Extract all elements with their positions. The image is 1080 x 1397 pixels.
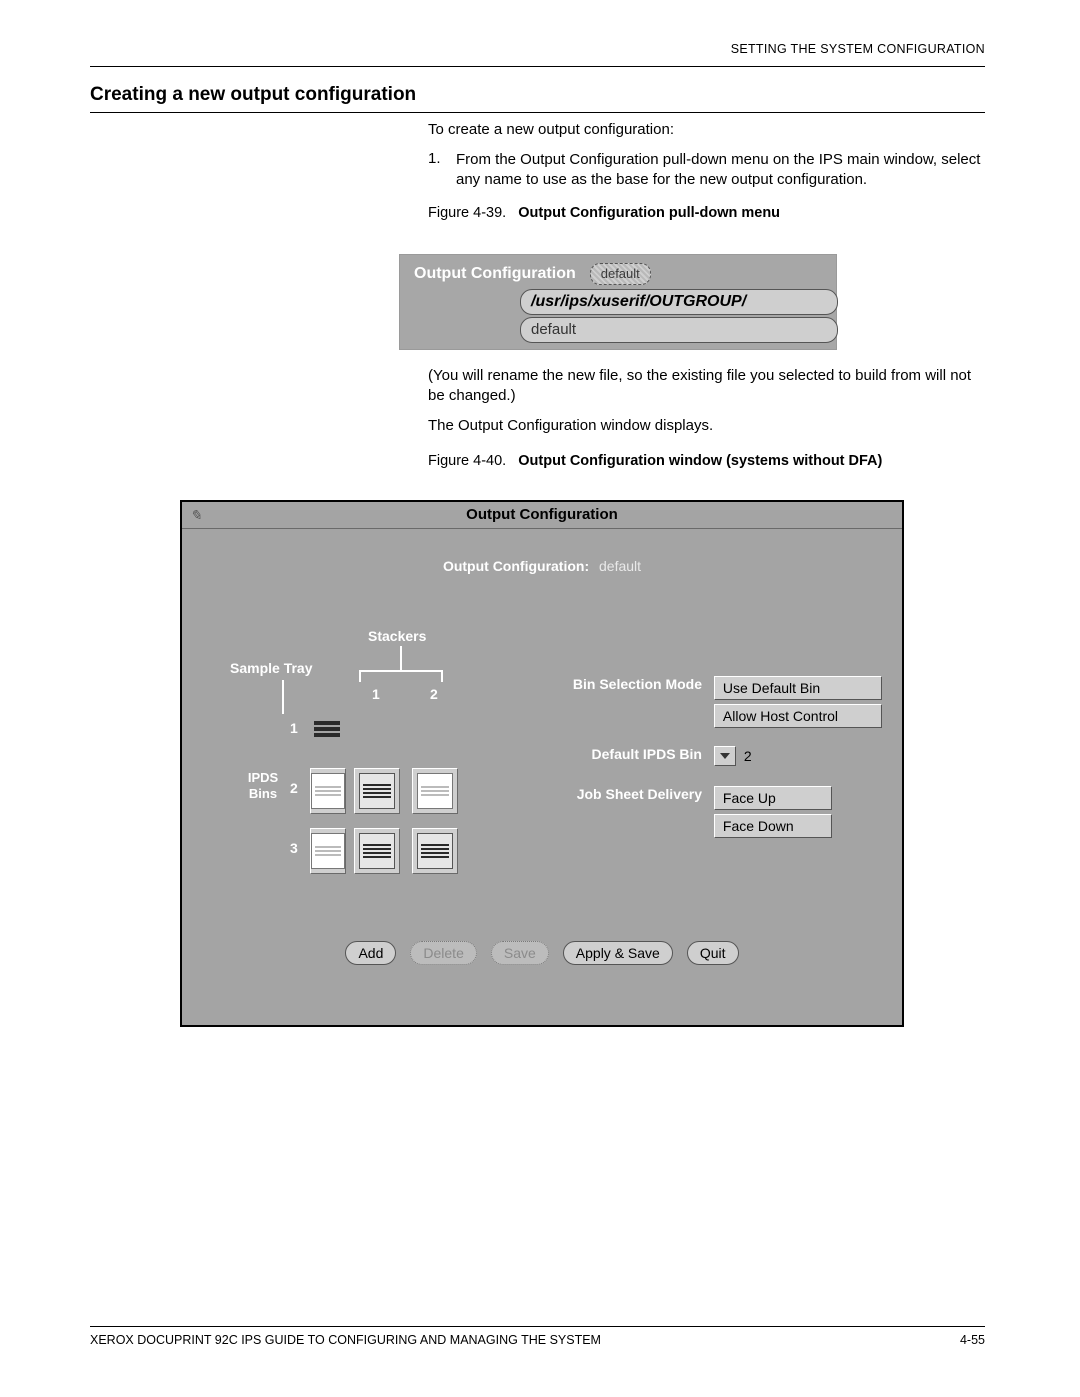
step-1: 1. From the Output Configuration pull-do… xyxy=(428,150,985,190)
page-icon xyxy=(311,773,345,809)
output-config-window: ✎ Output Configuration Output Configurat… xyxy=(180,500,904,1027)
job-sheet-face-up[interactable]: Face Up xyxy=(714,786,832,810)
ipds-row-1: 1 xyxy=(290,720,298,736)
figure-39-caption: Figure 4-39. Output Configuration pull-d… xyxy=(428,205,985,221)
page-icon xyxy=(311,833,345,869)
guide-line xyxy=(400,646,402,670)
job-sheet-delivery-group: Job Sheet Delivery Face Up Face Down xyxy=(542,786,832,838)
page-icon xyxy=(359,833,395,869)
ipds-row-3: 3 xyxy=(290,840,298,856)
bin-selection-allow-host[interactable]: Allow Host Control xyxy=(714,704,882,728)
page-icon xyxy=(417,833,453,869)
guide-line xyxy=(359,670,361,682)
config-subtitle-value: default xyxy=(599,558,641,574)
bin-selection-mode-group: Bin Selection Mode Use Default Bin Allow… xyxy=(542,676,882,728)
pulldown-path: /usr/ips/xuserif/OUTGROUP/ xyxy=(520,289,838,315)
section-heading: Creating a new output configuration xyxy=(90,84,985,113)
sample-tray-bin-2[interactable] xyxy=(310,768,346,814)
config-subtitle-label: Output Configuration: xyxy=(443,558,589,574)
window-menu-icon[interactable]: ✎ xyxy=(190,507,206,523)
ipds-row-2: 2 xyxy=(290,780,298,796)
stacker-1-bin-3[interactable] xyxy=(354,828,400,874)
page-icon xyxy=(417,773,453,809)
figure-40-title: Output Configuration window (systems wit… xyxy=(518,453,882,469)
tray-icon xyxy=(314,733,340,737)
step-1-text: From the Output Configuration pull-down … xyxy=(456,150,985,190)
figure-40-label: Figure 4-40. xyxy=(428,453,506,469)
intro-text: To create a new output configuration: xyxy=(428,120,985,140)
stacker-col-2: 2 xyxy=(430,686,438,702)
pulldown-title: Output Configuration xyxy=(414,265,576,283)
figure-39-label: Figure 4-39. xyxy=(428,205,506,221)
delete-button: Delete xyxy=(410,941,476,965)
stackers-label: Stackers xyxy=(368,628,426,644)
bin-selection-use-default[interactable]: Use Default Bin xyxy=(714,676,882,700)
guide-line xyxy=(441,670,443,682)
bin-selection-mode-label: Bin Selection Mode xyxy=(542,676,702,692)
guide-line xyxy=(282,680,284,714)
apply-save-button[interactable]: Apply & Save xyxy=(563,941,673,965)
footer-page-number: 4-55 xyxy=(960,1333,985,1347)
config-subtitle: Output Configuration: default xyxy=(182,558,902,574)
page-icon xyxy=(359,773,395,809)
figure-39-title: Output Configuration pull-down menu xyxy=(518,205,780,221)
page-footer: XEROX DOCUPRINT 92C IPS GUIDE TO CONFIGU… xyxy=(90,1326,985,1347)
note-rename: (You will rename the new file, so the ex… xyxy=(428,366,985,406)
add-button[interactable]: Add xyxy=(345,941,396,965)
ipds-bins-label: IPDS Bins xyxy=(242,770,284,801)
job-sheet-delivery-label: Job Sheet Delivery xyxy=(542,786,702,802)
quit-button[interactable]: Quit xyxy=(687,941,739,965)
pulldown-selected[interactable]: default xyxy=(590,263,651,285)
window-title: Output Configuration xyxy=(182,502,902,528)
figure-40-caption: Figure 4-40. Output Configuration window… xyxy=(428,453,985,469)
default-ipds-bin-value: 2 xyxy=(744,748,752,764)
default-ipds-bin-group: Default IPDS Bin 2 xyxy=(542,746,752,766)
stacker-2-bin-3[interactable] xyxy=(412,828,458,874)
window-titlebar: ✎ Output Configuration xyxy=(182,502,902,529)
running-header-text: SETTING THE SYSTEM CONFIGURATION xyxy=(731,42,985,56)
sample-tray-label: Sample Tray xyxy=(230,660,313,676)
stacker-1-bin-2[interactable] xyxy=(354,768,400,814)
note-window-displays: The Output Configuration window displays… xyxy=(428,416,985,436)
save-button: Save xyxy=(491,941,549,965)
sample-tray-bin-1[interactable] xyxy=(310,712,344,746)
stacker-col-1: 1 xyxy=(372,686,380,702)
job-sheet-face-down[interactable]: Face Down xyxy=(714,814,832,838)
running-header: SETTING THE SYSTEM CONFIGURATION xyxy=(90,42,985,67)
stacker-2-bin-2[interactable] xyxy=(412,768,458,814)
window-button-row: Add Delete Save Apply & Save Quit xyxy=(182,941,902,965)
default-ipds-bin-label: Default IPDS Bin xyxy=(542,746,702,762)
footer-text: XEROX DOCUPRINT 92C IPS GUIDE TO CONFIGU… xyxy=(90,1333,601,1347)
pulldown-option-default[interactable]: default xyxy=(520,317,838,343)
output-config-pulldown: Output Configuration default /usr/ips/xu… xyxy=(400,255,836,349)
default-ipds-bin-dropdown[interactable] xyxy=(714,746,736,766)
sample-tray-bin-3[interactable] xyxy=(310,828,346,874)
step-1-number: 1. xyxy=(428,150,448,190)
guide-line xyxy=(359,670,443,672)
